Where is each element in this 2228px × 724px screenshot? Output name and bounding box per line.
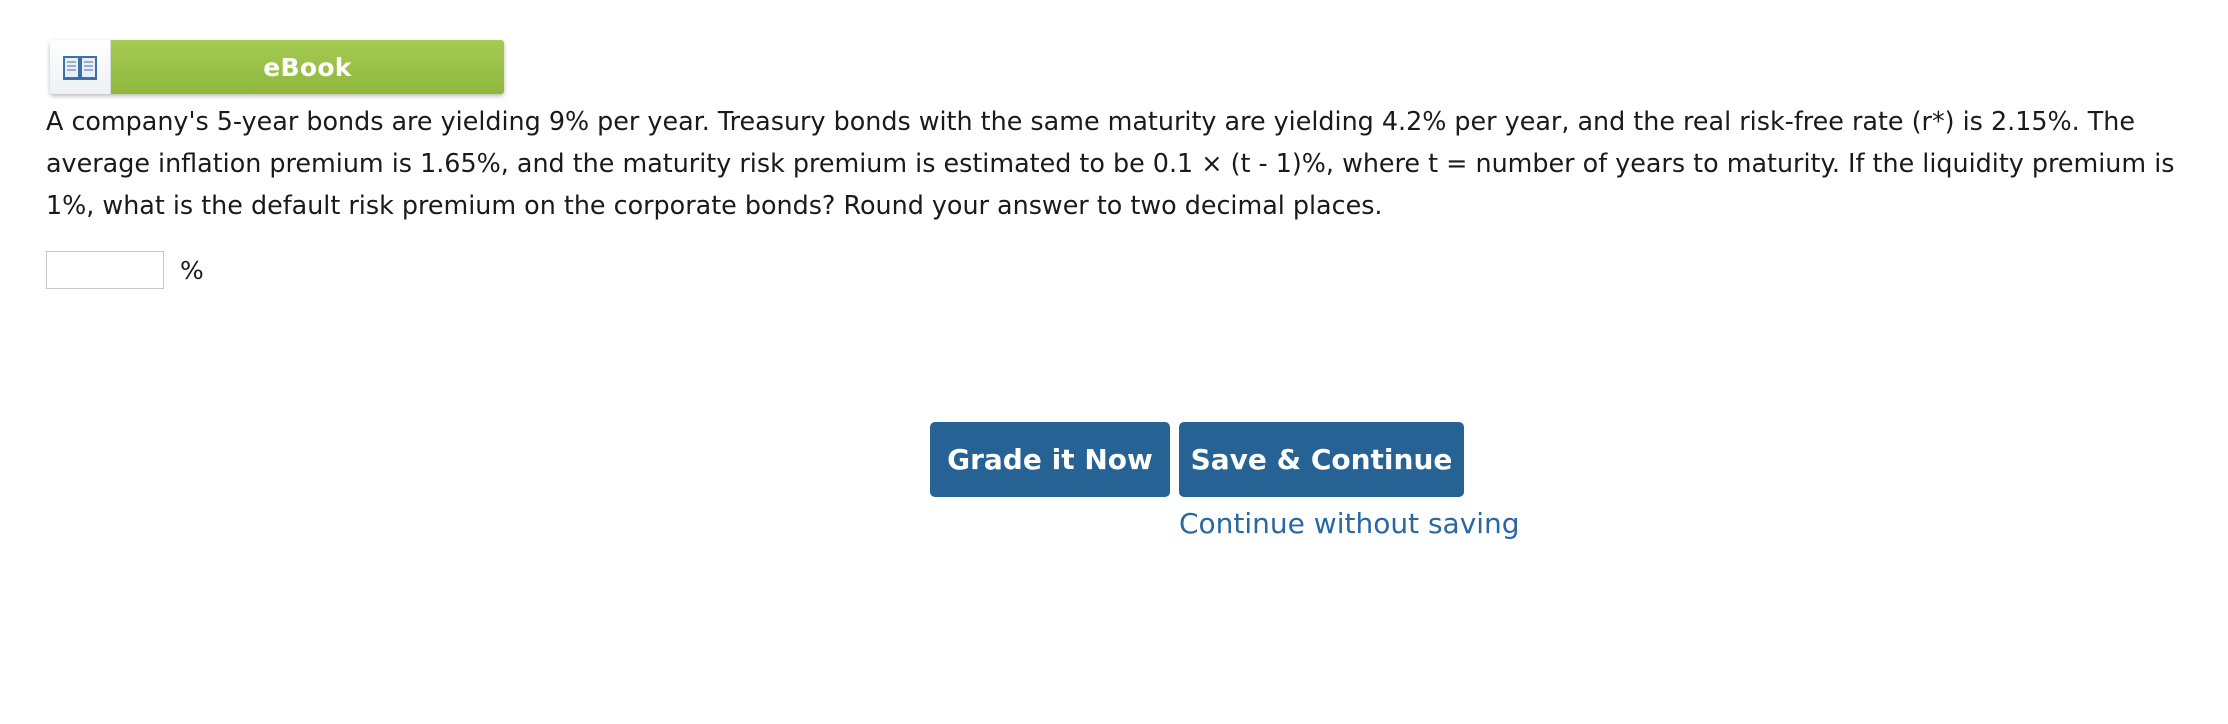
continue-without-saving-link[interactable]: Continue without saving [1179, 507, 1520, 540]
save-and-continue-button[interactable]: Save & Continue [1179, 422, 1464, 497]
answer-input[interactable] [46, 251, 164, 289]
ebook-button[interactable]: eBook [50, 40, 504, 94]
question-text: A company's 5-year bonds are yielding 9%… [46, 106, 2175, 220]
open-book-icon [50, 40, 111, 94]
grade-it-now-button[interactable]: Grade it Now [930, 422, 1170, 497]
ebook-label: eBook [111, 40, 504, 94]
answer-unit-label: % [180, 255, 204, 285]
answer-row: % [46, 251, 204, 289]
